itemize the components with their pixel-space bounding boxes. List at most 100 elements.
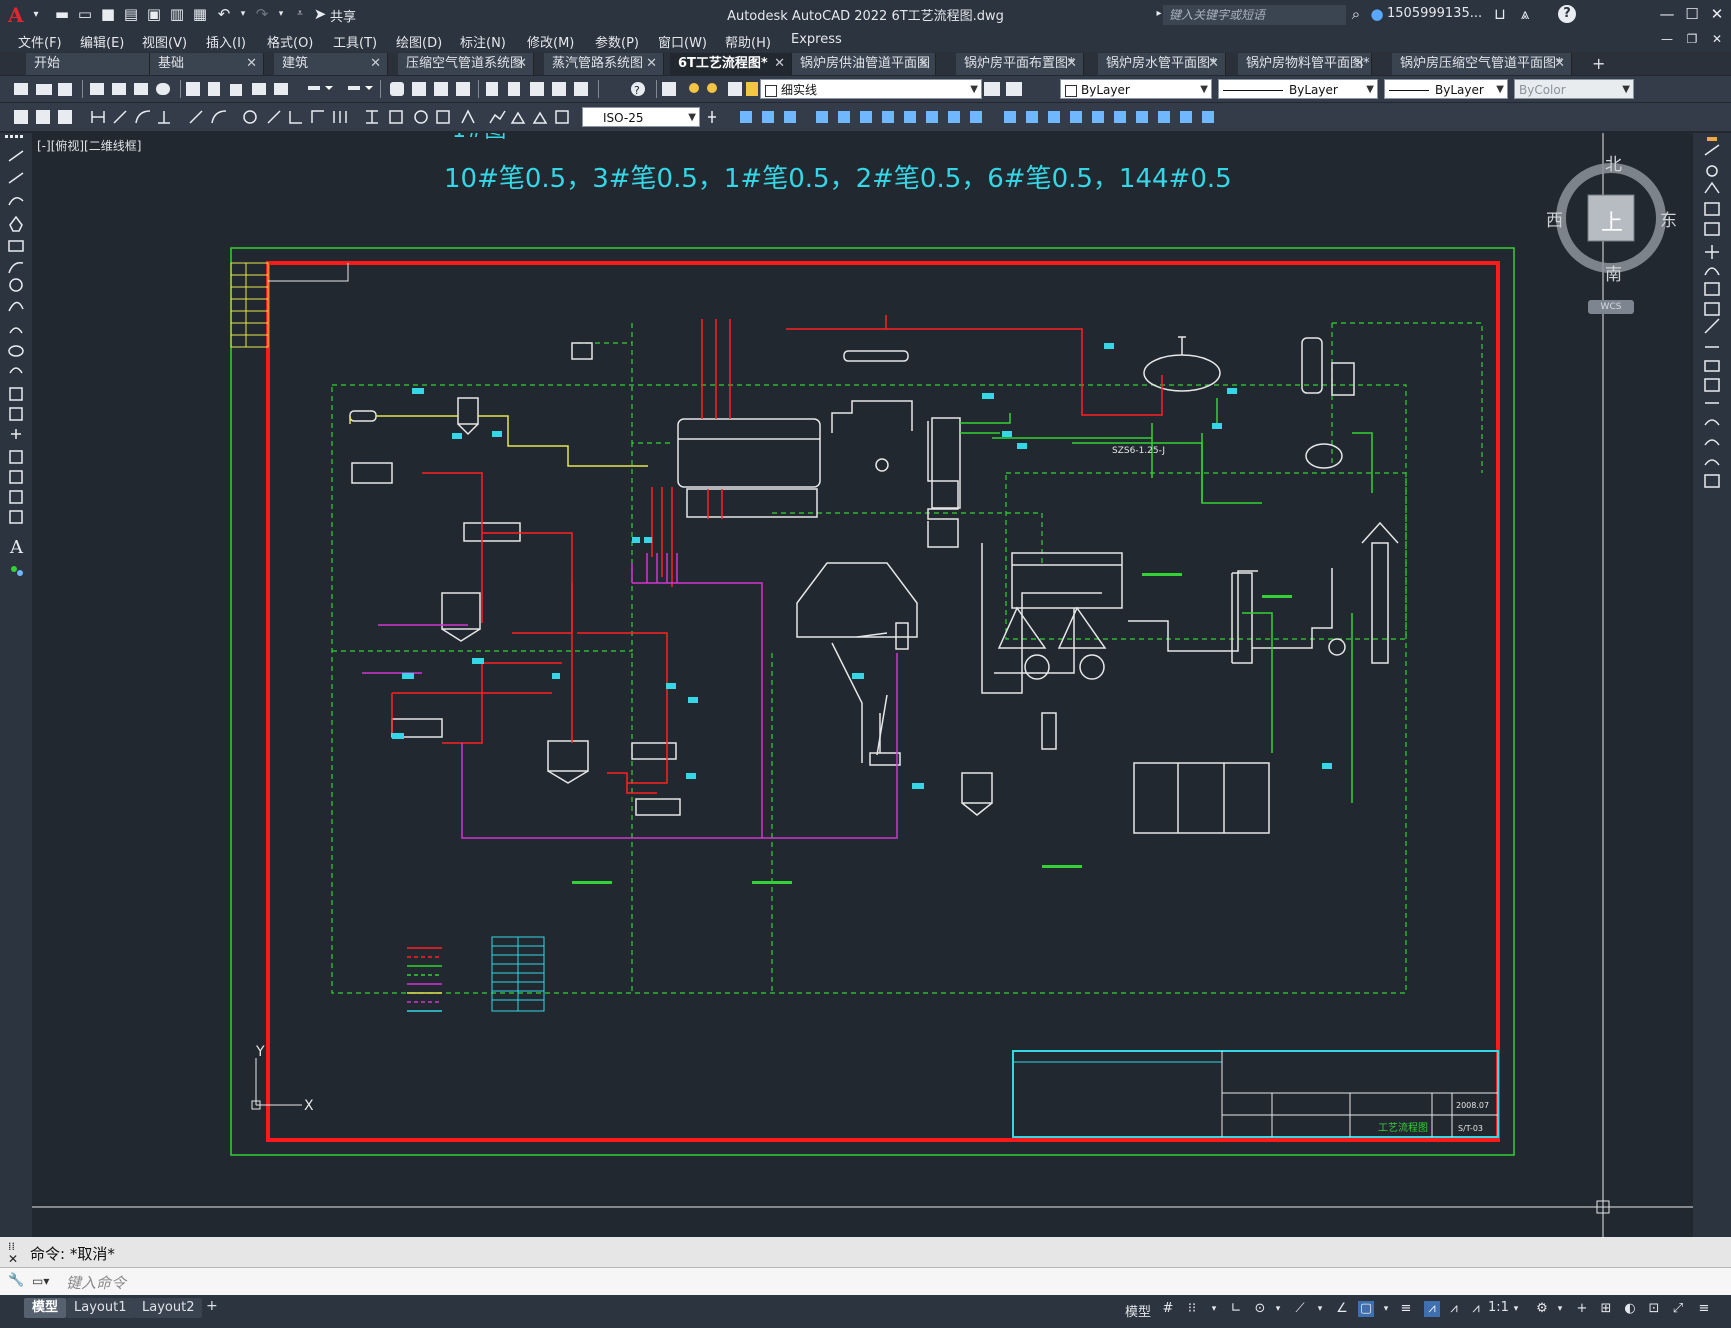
viewcube[interactable]: 北 南 东 西 上 WCS	[1546, 150, 1677, 314]
redo-icon[interactable]: ↷	[252, 4, 272, 24]
viewcube-south[interactable]: 南	[1605, 260, 1622, 285]
dimension-toolbar-icons[interactable]	[0, 103, 1731, 131]
plotstyle-combo[interactable]: ByColor ▼	[1514, 79, 1634, 99]
ortho-icon[interactable]: ∟	[1228, 1301, 1244, 1317]
object-snap-icon[interactable]: ▢	[1358, 1301, 1374, 1317]
viewcube-east[interactable]: 东	[1660, 206, 1677, 231]
layer-combo[interactable]: 细实线 ▼	[760, 79, 982, 99]
grid-icon[interactable]: #	[1160, 1301, 1176, 1317]
isodraft-icon[interactable]: ⟋	[1292, 1301, 1308, 1317]
menu-window[interactable]: 窗口(W)	[658, 32, 707, 51]
new-tab-button[interactable]: +	[1588, 53, 1610, 75]
snap-icon[interactable]: ⁝⁝	[1184, 1301, 1200, 1317]
add-layout-button[interactable]: +	[206, 1298, 218, 1314]
command-input[interactable]: 键入命令	[66, 1272, 126, 1293]
modify-toolbar-icons[interactable]	[1693, 133, 1731, 513]
recent-commands-icon[interactable]: ▭▾	[32, 1274, 49, 1288]
menu-draw[interactable]: 绘图(D)	[396, 32, 442, 51]
color-combo[interactable]: ByLayer ▼	[1060, 79, 1212, 99]
customize-quick-access-icon[interactable]: ⩡	[290, 4, 310, 24]
search-icon[interactable]: ⌕	[1346, 4, 1366, 24]
viewcube-top-face[interactable]: 上	[1601, 205, 1623, 237]
draw-toolbar-icons[interactable]: A	[0, 133, 32, 593]
annotation-scale-icon[interactable]: ⩘	[1468, 1301, 1484, 1317]
workspace-dropdown-icon[interactable]: ▾	[1552, 1301, 1568, 1317]
tab-close-icon[interactable]: ✕	[1554, 53, 1565, 75]
wcs-menu[interactable]: WCS	[1588, 300, 1634, 314]
clean-screen-icon[interactable]: ⤢	[1670, 1301, 1686, 1317]
hardware-acceleration-icon[interactable]: ⊡	[1646, 1301, 1662, 1317]
close-icon[interactable]: ✕	[1705, 2, 1729, 26]
customization-menu-icon[interactable]: ≡	[1696, 1301, 1712, 1317]
tab-close-icon[interactable]: ✕	[774, 53, 785, 75]
menu-format[interactable]: 格式(O)	[267, 32, 313, 51]
menu-tools[interactable]: 工具(T)	[333, 32, 377, 51]
auto-scale-icon[interactable]: ⩘	[1446, 1301, 1462, 1317]
viewcube-west[interactable]: 西	[1546, 206, 1563, 231]
units-icon[interactable]: ⊞	[1598, 1301, 1614, 1317]
linetype-combo[interactable]: ByLayer ▼	[1218, 79, 1378, 99]
autodesk-a360-icon[interactable]: ⩓	[1515, 4, 1535, 24]
tab-close-icon[interactable]: ✕	[246, 53, 257, 75]
menu-insert[interactable]: 插入(I)	[206, 32, 246, 51]
layout-tab-layout1[interactable]: Layout1	[66, 1298, 135, 1318]
scale-dropdown-icon[interactable]: ▾	[1508, 1301, 1524, 1317]
layout-tab-model[interactable]: 模型	[24, 1298, 67, 1318]
doc-restore-icon[interactable]: ❐	[1680, 27, 1704, 51]
annotation-scale-value[interactable]: 1:1	[1488, 1300, 1509, 1315]
tab-steam[interactable]: 蒸汽管路系统图 ✕	[544, 53, 664, 75]
menu-express[interactable]: Express	[791, 32, 842, 47]
dimstyle-combo[interactable]: ISO-25 ▼	[582, 107, 700, 127]
command-close-icon[interactable]: ✕	[8, 1252, 18, 1266]
menu-dimension[interactable]: 标注(N)	[460, 32, 506, 51]
object-snap-tracking-icon[interactable]: ∠	[1334, 1301, 1350, 1317]
maximize-icon[interactable]: ☐	[1680, 2, 1704, 26]
tab-architecture[interactable]: 建筑 ✕	[274, 53, 388, 75]
viewport-controls[interactable]: [-][俯视][二维线框]	[37, 137, 141, 154]
user-account[interactable]: 1505999135...	[1387, 6, 1482, 21]
doc-minimize-icon[interactable]: —	[1655, 27, 1679, 51]
cart-icon[interactable]: ⊔	[1490, 4, 1510, 24]
model-space-toggle[interactable]: 模型	[1125, 1301, 1151, 1320]
tab-basic[interactable]: 基础 ✕	[150, 53, 264, 75]
tab-material-pipe[interactable]: 锅炉房物料管平面图* ✕	[1238, 53, 1372, 75]
tab-compressed-air[interactable]: 压缩空气管道系统图 ✕	[398, 53, 534, 75]
tab-air-pipe-plan[interactable]: 锅炉房压缩空气管道平面图* ✕	[1392, 53, 1572, 75]
tab-close-icon[interactable]: ✕	[370, 53, 381, 75]
menu-help[interactable]: 帮助(H)	[725, 32, 771, 51]
save-as-icon[interactable]: ▤	[121, 4, 141, 24]
isolate-objects-icon[interactable]: ◐	[1622, 1301, 1638, 1317]
save-icon[interactable]: ■	[98, 4, 118, 24]
save-web-icon[interactable]: ▥	[167, 4, 187, 24]
minimize-icon[interactable]: —	[1655, 2, 1679, 26]
customize-icon[interactable]: 🔧	[8, 1273, 24, 1288]
annotation-visibility-icon[interactable]: ⩘	[1424, 1301, 1440, 1317]
menu-edit[interactable]: 编辑(E)	[80, 32, 124, 51]
tab-oil-supply[interactable]: 锅炉房供油管道平面图*✕	[792, 53, 936, 93]
tab-close-icon[interactable]: ✕	[1354, 53, 1365, 75]
polar-dropdown-icon[interactable]: ▾	[1270, 1301, 1286, 1317]
tab-start[interactable]: 开始	[26, 53, 150, 75]
search-input[interactable]: 键入关键字或短语	[1163, 5, 1346, 25]
redo-dropdown-icon[interactable]: ▾	[271, 4, 291, 24]
open-web-icon[interactable]: ▣	[144, 4, 164, 24]
autocad-logo-icon[interactable]: A	[8, 3, 24, 27]
tab-layout-plan[interactable]: 锅炉房平面布置图* ✕	[956, 53, 1084, 75]
tab-close-icon[interactable]: ✕	[516, 53, 527, 75]
lineweight-icon[interactable]: ≡	[1398, 1301, 1414, 1317]
app-menu-chevron-icon[interactable]: ▾	[26, 5, 46, 25]
menu-view[interactable]: 视图(V)	[142, 32, 187, 51]
tab-close-icon[interactable]: ✕	[918, 53, 929, 75]
tab-close-icon[interactable]: ✕	[646, 53, 657, 75]
tab-water-pipe[interactable]: 锅炉房水管平面图* ✕	[1098, 53, 1226, 75]
undo-dropdown-icon[interactable]: ▾	[233, 4, 253, 24]
plot-icon[interactable]: ▦	[190, 4, 210, 24]
new-file-icon[interactable]: ▬	[52, 4, 72, 24]
snap-dropdown-icon[interactable]: ▾	[1206, 1301, 1222, 1317]
menu-file[interactable]: 文件(F)	[18, 32, 62, 51]
tab-close-icon[interactable]: ✕	[1066, 53, 1077, 75]
open-folder-icon[interactable]: ▭	[75, 4, 95, 24]
share-icon[interactable]: ➤	[310, 4, 330, 24]
polar-icon[interactable]: ⊙	[1252, 1301, 1268, 1317]
share-button[interactable]: 共享	[330, 6, 356, 25]
